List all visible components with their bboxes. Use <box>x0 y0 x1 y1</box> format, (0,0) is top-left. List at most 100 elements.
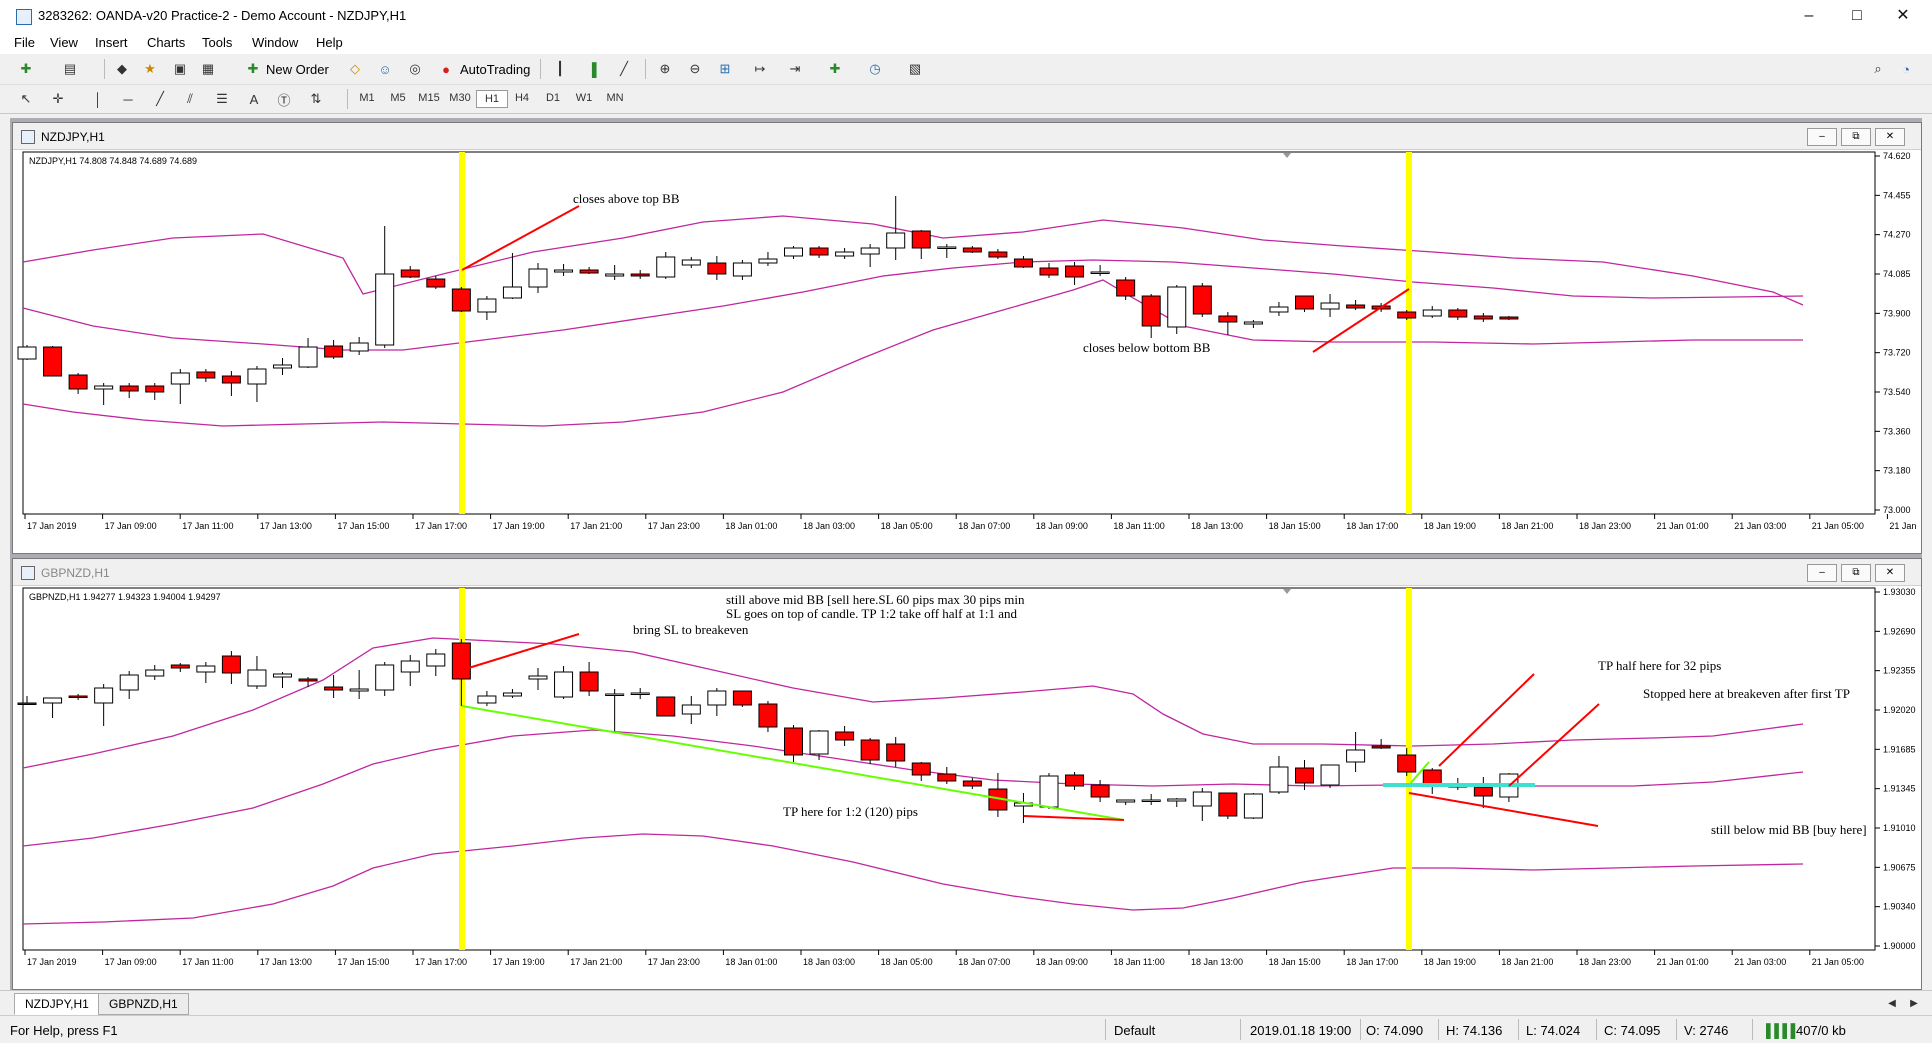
chart-shift-icon[interactable]: ⇥ <box>785 59 805 79</box>
status-profile[interactable]: Default <box>1114 1023 1155 1038</box>
community-icon[interactable]: ◔ <box>1896 59 1916 79</box>
profiles-icon[interactable]: ▤ <box>60 59 80 79</box>
candle-body <box>298 678 318 682</box>
chart-window-titlebar[interactable]: GBPNZD,H1 – ⧉ ✕ <box>13 559 1921 586</box>
scroll-right-icon[interactable]: ▶ <box>1904 993 1924 1013</box>
indicators-icon[interactable]: ✚ <box>825 59 845 79</box>
scroll-left-icon[interactable]: ◀ <box>1882 993 1902 1013</box>
menu-view[interactable]: View <box>50 35 78 50</box>
cursor-icon[interactable]: ↖ <box>16 89 36 109</box>
price-chart[interactable]: GBPNZD,H1 1.94277 1.94323 1.94004 1.9429… <box>13 586 1919 988</box>
periods-icon[interactable]: ◷ <box>865 59 885 79</box>
maximize-button[interactable]: □ <box>1834 0 1880 32</box>
data-window-icon[interactable]: ★ <box>140 59 160 79</box>
new-order-button[interactable]: New Order <box>266 62 329 77</box>
zoom-in-icon[interactable]: ⊕ <box>655 59 675 79</box>
autotrading-button[interactable]: AutoTrading <box>460 62 530 77</box>
market-watch-icon[interactable]: ◆ <box>112 59 132 79</box>
menu-insert[interactable]: Insert <box>95 35 128 50</box>
bar-chart-icon[interactable]: ┃ <box>550 59 570 79</box>
templates-icon[interactable]: ▧ <box>905 59 925 79</box>
timeframe-mn[interactable]: MN <box>600 92 630 104</box>
navigator-icon[interactable]: ▣ <box>170 59 190 79</box>
close-button[interactable]: ✕ <box>1880 0 1926 32</box>
chart-minimize-button[interactable]: – <box>1807 564 1837 582</box>
menu-help[interactable]: Help <box>316 35 343 50</box>
menu-tools[interactable]: Tools <box>202 35 232 50</box>
metaeditor-icon[interactable]: ◇ <box>345 59 365 79</box>
timeframe-m1[interactable]: M1 <box>352 92 382 104</box>
candlestick-icon[interactable]: ▐ <box>582 59 602 79</box>
candle-body <box>835 731 855 741</box>
chart-restore-button[interactable]: ⧉ <box>1841 128 1871 146</box>
fibonacci-icon[interactable]: ☰ <box>212 89 232 109</box>
candle-body <box>886 232 906 249</box>
standard-toolbar: ✚ ▤ ◆ ★ ▣ ▦ ✚ New Order ◇ ☺ ◎ ● AutoTrad… <box>0 54 1932 85</box>
price-tick-label: 1.92690 <box>1883 626 1916 636</box>
time-tick-label: 17 Jan 2019 <box>27 521 77 531</box>
new-chart-icon[interactable]: ✚ <box>16 59 36 79</box>
chart-window-nzdjpy: NZDJPY,H1 – ⧉ ✕ NZDJPY,H1 74.808 74.848 … <box>12 122 1922 554</box>
timeframe-m15[interactable]: M15 <box>414 92 444 104</box>
chart-close-button[interactable]: ✕ <box>1875 128 1905 146</box>
candle-body <box>247 669 267 687</box>
vertical-line-icon[interactable]: │ <box>88 89 108 109</box>
timeframe-w1[interactable]: W1 <box>569 92 599 104</box>
text-icon[interactable]: A <box>244 89 264 109</box>
candle-body <box>324 345 344 358</box>
autotrading-icon[interactable]: ● <box>436 59 456 79</box>
menu-charts[interactable]: Charts <box>147 35 185 50</box>
crosshair-icon[interactable]: ✛ <box>48 89 68 109</box>
arrows-icon[interactable]: ⇅ <box>306 89 326 109</box>
chart-restore-button[interactable]: ⧉ <box>1841 564 1871 582</box>
candle-body <box>273 673 292 678</box>
app-icon <box>16 9 32 25</box>
tab-nzdjpy[interactable]: NZDJPY,H1 <box>14 993 100 1015</box>
line-chart-icon[interactable]: ╱ <box>614 59 634 79</box>
candle-body <box>758 258 778 264</box>
candle-body <box>1192 791 1212 807</box>
chart-close-button[interactable]: ✕ <box>1875 564 1905 582</box>
candle-body <box>1448 309 1468 318</box>
tile-windows-icon[interactable]: ⊞ <box>715 59 735 79</box>
chart-window-titlebar[interactable]: NZDJPY,H1 – ⧉ ✕ <box>13 123 1921 150</box>
signals-icon[interactable]: ☺ <box>375 59 395 79</box>
market-icon[interactable]: ◎ <box>405 59 425 79</box>
time-tick-label: 18 Jan 15:00 <box>1269 521 1321 531</box>
search-icon[interactable]: ⌕ <box>1868 59 1888 79</box>
text-label-icon[interactable]: Ⓣ <box>274 89 294 109</box>
tab-gbpnzd[interactable]: GBPNZD,H1 <box>98 993 189 1015</box>
minimize-button[interactable]: – <box>1786 0 1832 32</box>
candle <box>43 346 63 377</box>
trendline-icon[interactable]: ╱ <box>150 89 170 109</box>
price-tick-label: 1.91685 <box>1883 744 1916 754</box>
candle <box>1039 773 1059 809</box>
candle-body <box>860 739 880 761</box>
annotation-text: still above mid BB [sell here.SL 60 pips… <box>726 592 1025 607</box>
chart-minimize-button[interactable]: – <box>1807 128 1837 146</box>
price-tick-label: 1.90675 <box>1883 862 1916 872</box>
time-tick-label: 18 Jan 03:00 <box>803 521 855 531</box>
autoscroll-icon[interactable]: ↦ <box>750 59 770 79</box>
price-chart[interactable]: NZDJPY,H1 74.808 74.848 74.689 74.689 cl… <box>13 150 1919 552</box>
candle-body <box>732 262 752 277</box>
terminal-icon[interactable]: ▦ <box>198 59 218 79</box>
timeframe-m30[interactable]: M30 <box>445 92 475 104</box>
horizontal-line-icon[interactable]: ─ <box>118 89 138 109</box>
timeframe-h4[interactable]: H4 <box>507 92 537 104</box>
timeframe-d1[interactable]: D1 <box>538 92 568 104</box>
menu-window[interactable]: Window <box>252 35 298 50</box>
channel-icon[interactable]: ⫽ <box>180 89 200 109</box>
candle-body <box>273 364 292 369</box>
new-order-icon[interactable]: ✚ <box>243 59 263 79</box>
candle-body <box>937 246 957 249</box>
candle-body <box>1090 271 1110 274</box>
timeframe-h1[interactable]: H1 <box>476 90 508 108</box>
zoom-out-icon[interactable]: ⊖ <box>685 59 705 79</box>
timeframe-m5[interactable]: M5 <box>383 92 413 104</box>
menu-file[interactable]: File <box>14 35 35 50</box>
candle-body <box>196 371 216 379</box>
candle-body <box>375 273 395 346</box>
status-datetime: 2019.01.18 19:00 <box>1250 1023 1352 1038</box>
candle-body <box>937 773 957 782</box>
